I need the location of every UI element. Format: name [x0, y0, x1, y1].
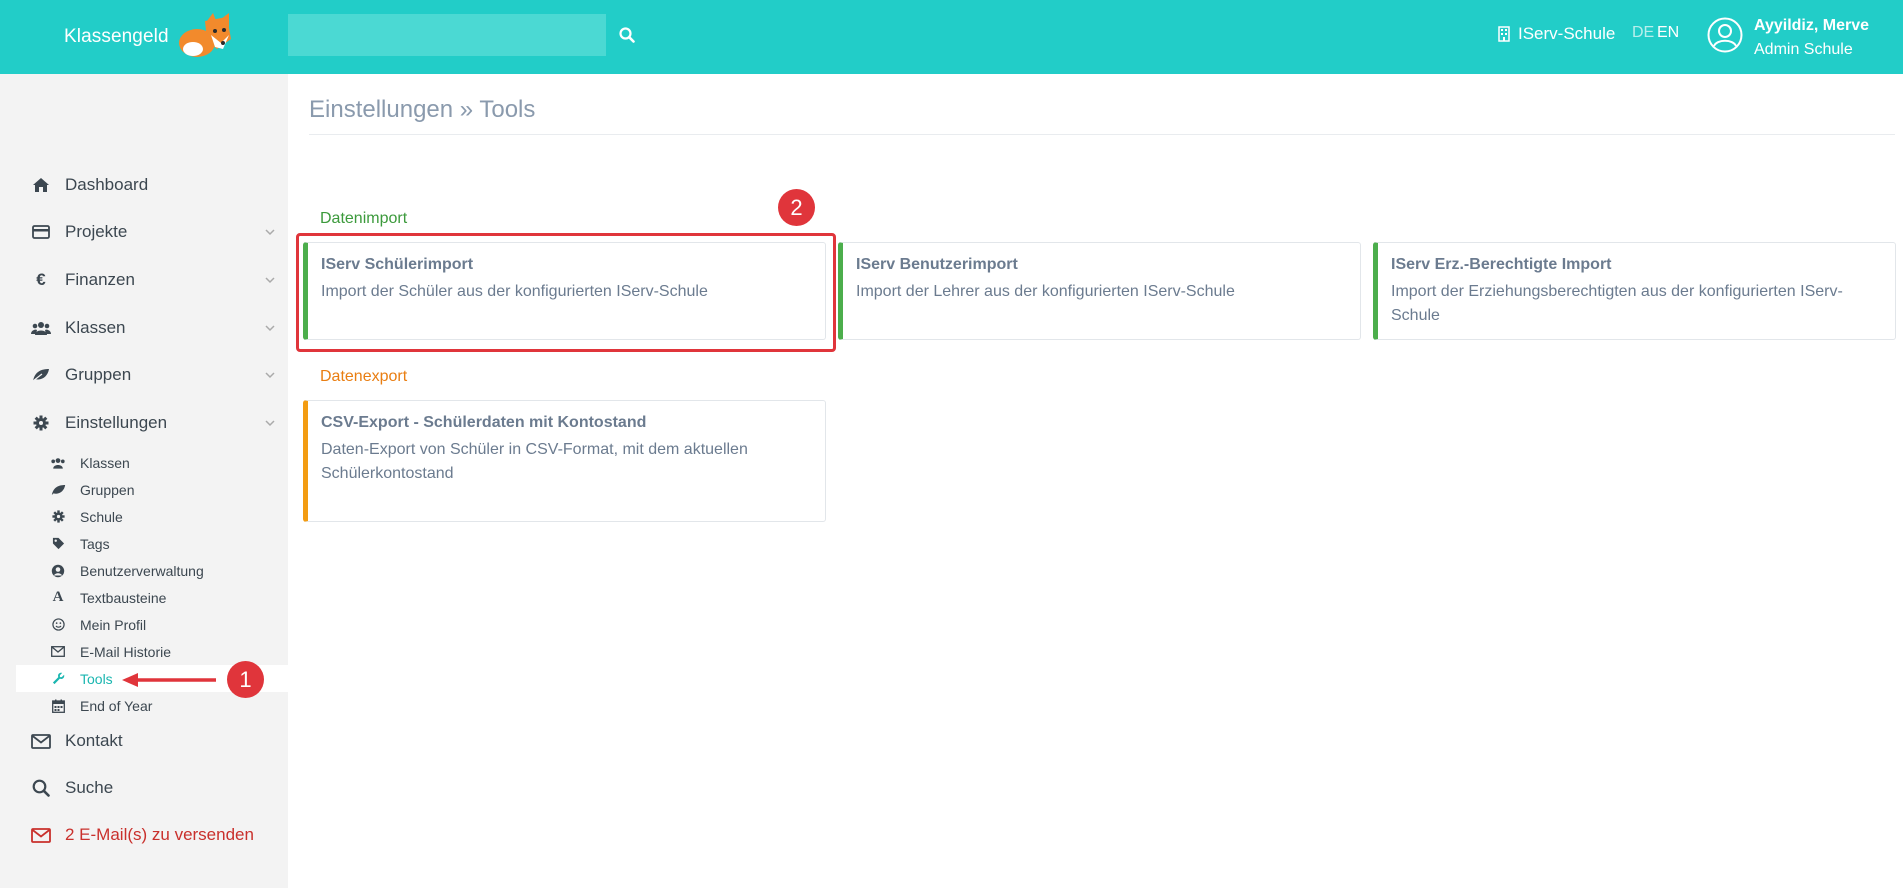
sidebar-item-label: Kontakt	[65, 731, 123, 750]
fox-logo-icon	[178, 13, 231, 57]
sidebar-item-projekte[interactable]: Projekte	[0, 212, 288, 252]
font-icon: A	[52, 589, 64, 605]
sidebar-item-label: Dashboard	[65, 175, 149, 194]
search-icon	[619, 27, 635, 43]
user-role: Admin Schule	[1754, 41, 1853, 58]
sidebar-item-finanzen[interactable]: € Finanzen	[0, 260, 288, 300]
sidebar-subitem-label: Tags	[80, 535, 110, 552]
search-input[interactable]	[288, 14, 606, 56]
leaf-icon	[31, 365, 51, 385]
sidebar-subitem-label: Schule	[80, 508, 123, 525]
chevron-down-icon	[265, 229, 275, 236]
sidebar-subitem-benutzerverwaltung[interactable]: Benutzerverwaltung	[16, 557, 288, 584]
breadcrumb-divider	[309, 134, 1895, 135]
envelope-icon	[31, 731, 51, 751]
users-icon	[31, 318, 51, 338]
sidebar-subitem-label: E-Mail Historie	[80, 643, 172, 660]
school-name: IServ-Schule	[1518, 24, 1616, 43]
card-description: Import der Erziehungsberechtigten aus de…	[1391, 283, 1843, 324]
section-title-export: Datenexport	[320, 368, 408, 385]
card-iserv-erz-berechtigte-import[interactable]: IServ Erz.-Berechtigte Import Import der…	[1373, 242, 1896, 340]
sidebar-item-label: Einstellungen	[65, 413, 168, 432]
chevron-down-icon	[265, 420, 275, 427]
smile-icon	[50, 617, 66, 633]
calendar-icon	[50, 698, 66, 714]
user-circle-icon	[50, 563, 66, 579]
leaf-icon	[50, 482, 66, 498]
sidebar-subitem-tags[interactable]: Tags	[16, 530, 288, 557]
breadcrumb: Einstellungen » Tools	[309, 96, 536, 123]
gear-icon	[31, 413, 51, 433]
sidebar-subitem-gruppen[interactable]: Gruppen	[16, 476, 288, 503]
chevron-down-icon	[265, 372, 275, 379]
sidebar-subitem-label: Tools	[80, 670, 113, 687]
envelope-icon	[50, 644, 66, 660]
credit-card-icon	[31, 222, 51, 242]
card-csv-export[interactable]: CSV-Export - Schülerdaten mit Kontostand…	[303, 400, 826, 522]
search-button[interactable]	[616, 22, 638, 48]
brand-logo-link[interactable]: Klassengeld	[64, 12, 233, 62]
sidebar-item-dashboard[interactable]: Dashboard	[0, 165, 288, 205]
top-bar: Klassengeld IServ-Schule DE EN Ayyildiz,…	[0, 0, 1903, 74]
sidebar-item-label: Klassen	[65, 318, 126, 337]
envelope-icon	[31, 825, 51, 845]
sidebar-subitem-label: Textbausteine	[80, 589, 167, 606]
user-name[interactable]: Ayyildiz, Merve	[1754, 17, 1869, 35]
building-icon	[1498, 26, 1510, 42]
sidebar: Dashboard Projekte € Finanzen Klassen Gr…	[0, 74, 288, 888]
sidebar-subitem-klassen[interactable]: Klassen	[16, 449, 288, 476]
card-title: IServ Benutzerimport	[856, 256, 1018, 273]
annotation-badge-2: 2	[778, 189, 815, 226]
sidebar-subitem-label: Klassen	[80, 454, 130, 471]
card-title: CSV-Export - Schülerdaten mit Kontostand	[321, 414, 647, 431]
tag-icon	[50, 536, 66, 552]
sidebar-subitem-label: Mein Profil	[80, 616, 147, 633]
annotation-badge-1: 1	[227, 661, 264, 698]
sidebar-subitem-schule[interactable]: Schule	[16, 503, 288, 530]
gear-icon	[50, 509, 66, 525]
school-link[interactable]: IServ-Schule	[1498, 24, 1615, 44]
language-en[interactable]: EN	[1657, 24, 1679, 42]
sidebar-item-label: Projekte	[65, 222, 128, 241]
sidebar-subitem-mein-profil[interactable]: Mein Profil	[16, 611, 288, 638]
wrench-icon	[50, 671, 66, 687]
main-content: Einstellungen » Tools Datenimport IServ …	[288, 74, 1903, 888]
sidebar-item-suche[interactable]: Suche	[0, 768, 288, 808]
card-title: IServ Erz.-Berechtigte Import	[1391, 256, 1612, 273]
card-description: Daten-Export von Schüler in CSV-Format, …	[321, 441, 748, 482]
sidebar-item-einstellungen[interactable]: Einstellungen	[0, 403, 288, 443]
chevron-down-icon	[265, 325, 275, 332]
sidebar-subitem-label: Benutzerverwaltung	[80, 562, 204, 579]
euro-icon: €	[36, 270, 46, 289]
sidebar-item-pending-emails[interactable]: 2 E-Mail(s) zu versenden	[0, 815, 288, 855]
card-iserv-benutzerimport[interactable]: IServ Benutzerimport Import der Lehrer a…	[838, 242, 1361, 340]
annotation-arrow	[122, 673, 216, 687]
sidebar-item-label: 2 E-Mail(s) zu versenden	[65, 825, 254, 844]
annotation-highlight-box	[296, 233, 836, 352]
sidebar-subitem-label: Gruppen	[80, 481, 135, 498]
sidebar-subitem-label: End of Year	[80, 697, 153, 714]
chevron-down-icon	[265, 277, 275, 284]
search-icon	[31, 778, 51, 798]
brand-name: Klassengeld	[64, 26, 169, 47]
sidebar-subitem-textbausteine[interactable]: A Textbausteine	[16, 584, 288, 611]
sidebar-item-label: Gruppen	[65, 365, 132, 384]
home-icon	[31, 175, 51, 195]
card-description: Import der Lehrer aus der konfigurierten…	[856, 283, 1235, 300]
language-de[interactable]: DE	[1632, 24, 1654, 42]
sidebar-item-klassen[interactable]: Klassen	[0, 308, 288, 348]
section-title-import: Datenimport	[320, 210, 408, 227]
sidebar-item-kontakt[interactable]: Kontakt	[0, 721, 288, 761]
users-icon	[50, 455, 66, 471]
sidebar-item-label: Suche	[65, 778, 114, 797]
sidebar-item-label: Finanzen	[65, 270, 135, 289]
sidebar-item-gruppen[interactable]: Gruppen	[0, 355, 288, 395]
user-avatar-icon[interactable]	[1707, 17, 1743, 53]
